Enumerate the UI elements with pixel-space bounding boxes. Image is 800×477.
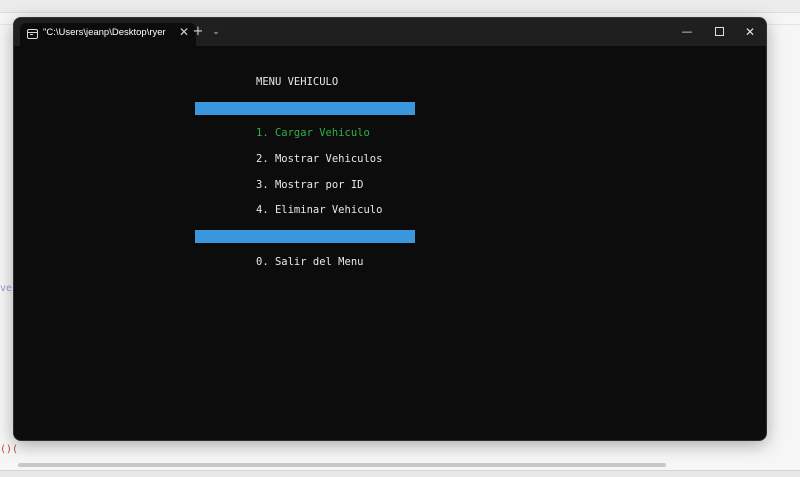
background-code-fragment-bottom: ()(	[0, 444, 19, 455]
menu-separator-top	[195, 102, 415, 115]
terminal-tab[interactable]: "C:\Users\jeanp\Desktop\ryer ✕	[20, 23, 196, 46]
desktop: ves ()( "C:\Users\jeanp\Desktop\ryer ✕ +…	[0, 0, 800, 477]
menu-option-salir: 0. Salir del Menu	[256, 256, 364, 268]
title-bar[interactable]: "C:\Users\jeanp\Desktop\ryer ✕ + ⌄ — ✕	[14, 18, 766, 46]
terminal-icon	[27, 29, 38, 39]
background-window-topbar	[0, 0, 800, 13]
tab-title: "C:\Users\jeanp\Desktop\ryer	[43, 27, 166, 38]
menu-separator-bottom	[195, 230, 415, 243]
console-output[interactable]: MENU VEHICULO 1. Cargar Vehiculo 2. Most…	[14, 46, 766, 440]
new-tab-button[interactable]: +	[191, 25, 205, 39]
close-window-button[interactable]: ✕	[734, 18, 766, 46]
menu-option-mostrar-vehiculos: 2. Mostrar Vehiculos	[256, 153, 383, 165]
background-horizontal-scrollbar[interactable]	[18, 463, 666, 467]
menu-option-cargar-vehiculo: 1. Cargar Vehiculo	[256, 127, 370, 139]
menu-option-mostrar-por-id: 3. Mostrar por ID	[256, 179, 364, 191]
tab-close-icon[interactable]: ✕	[177, 25, 191, 39]
menu-option-eliminar-vehiculo: 4. Eliminar Vehiculo	[256, 204, 383, 216]
maximize-icon	[714, 27, 724, 36]
maximize-button[interactable]	[703, 18, 735, 46]
terminal-window: "C:\Users\jeanp\Desktop\ryer ✕ + ⌄ — ✕ M…	[14, 18, 766, 440]
menu-title: MENU VEHICULO	[256, 76, 339, 88]
chevron-down-icon[interactable]: ⌄	[209, 25, 223, 39]
minimize-button[interactable]: —	[671, 18, 703, 46]
background-status-bar	[0, 470, 800, 477]
